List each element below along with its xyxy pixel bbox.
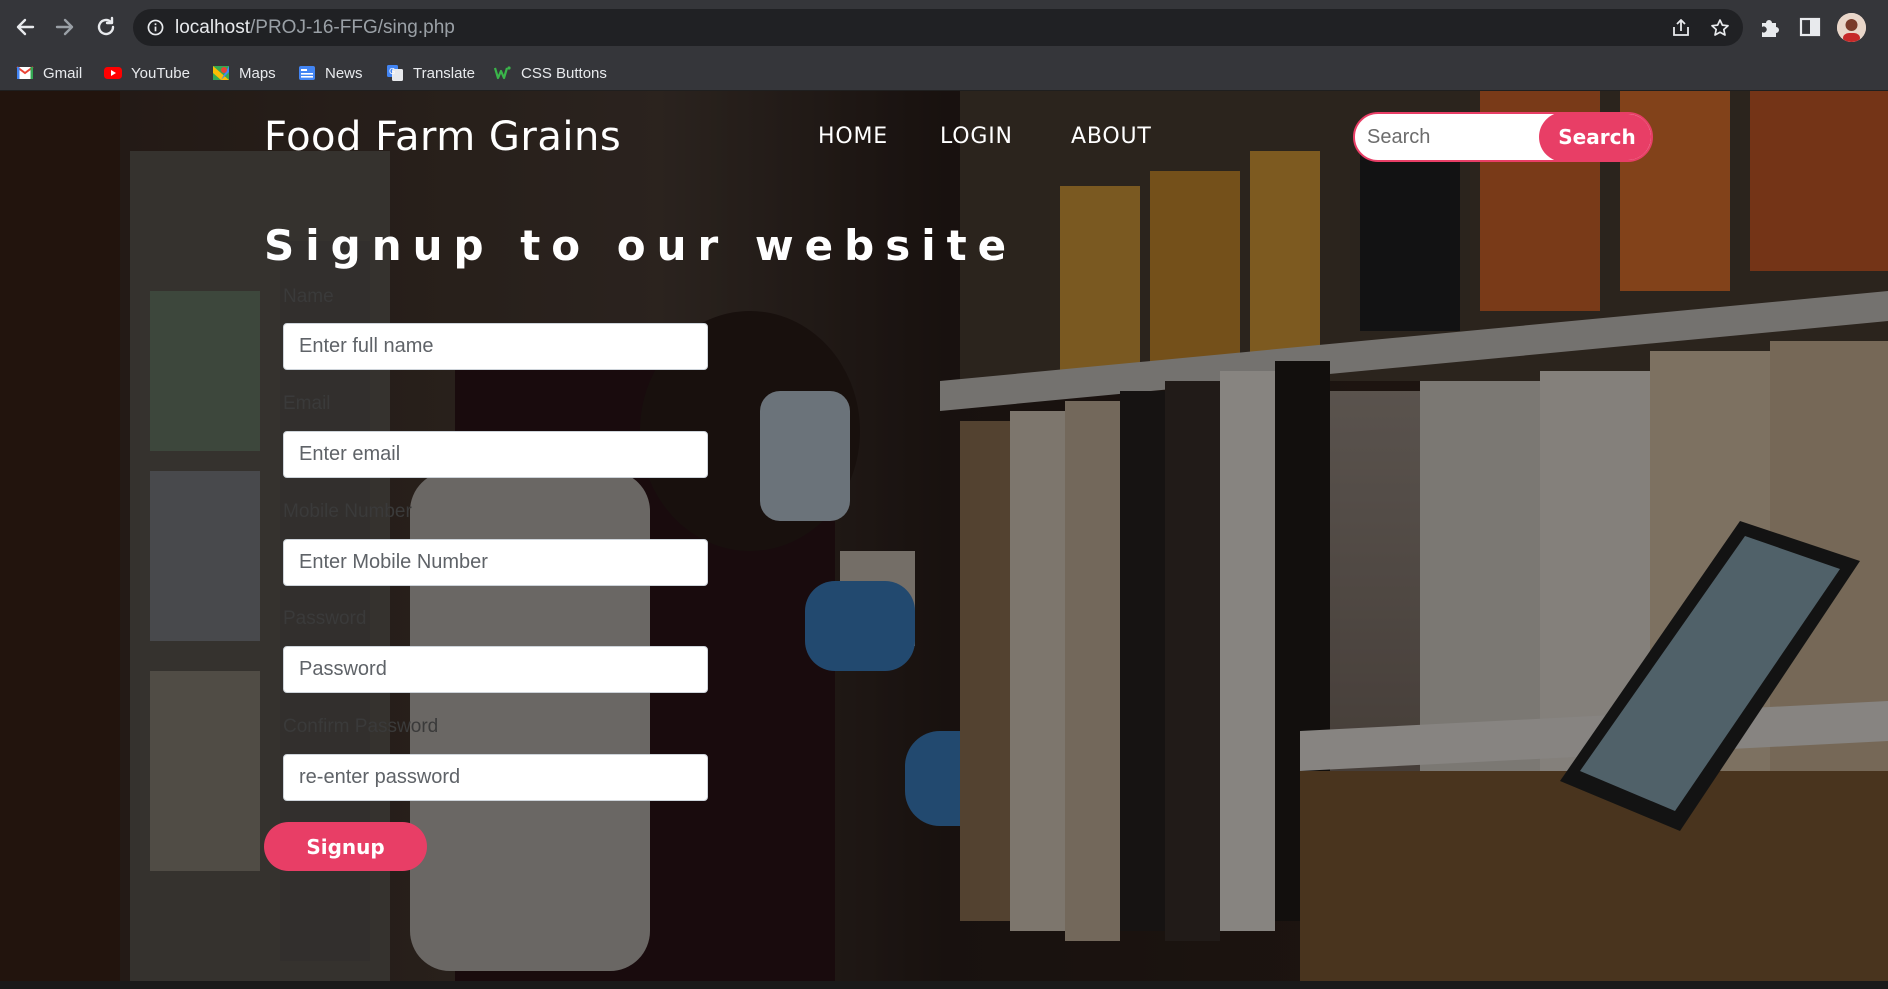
signup-heading: Signup to our website	[264, 221, 1018, 270]
address-url[interactable]: localhost/PROJ-16-FFG/sing.php	[175, 17, 455, 39]
site-search-form: Search	[1353, 112, 1653, 162]
password-field[interactable]	[283, 646, 708, 693]
css-buttons-icon	[494, 66, 511, 80]
bookmark-css-buttons[interactable]: CSS Buttons	[494, 63, 607, 83]
bookmark-label: Maps	[239, 64, 276, 82]
bookmark-label: Translate	[413, 64, 475, 82]
site-brand[interactable]: Food Farm Grains	[264, 114, 621, 160]
window-bottom-edge	[0, 981, 1888, 989]
password-label: Password	[283, 608, 367, 629]
forward-arrow-icon	[55, 18, 74, 36]
share-icon[interactable]	[1671, 18, 1691, 38]
reload-button[interactable]	[89, 10, 123, 44]
confirm-password-label: Confirm Password	[283, 716, 439, 737]
email-label: Email	[283, 393, 331, 414]
profile-avatar[interactable]	[1837, 13, 1866, 42]
name-field[interactable]	[283, 323, 708, 370]
url-host: localhost	[175, 17, 250, 38]
bookmark-news[interactable]: News	[298, 63, 363, 83]
bookmark-label: Gmail	[43, 64, 83, 82]
nav-login-link[interactable]: LOGIN	[940, 124, 1013, 149]
translate-icon: G	[387, 65, 403, 81]
bookmark-translate[interactable]: G Translate	[386, 63, 475, 83]
back-button[interactable]	[8, 10, 42, 44]
bookmark-gmail[interactable]: Gmail	[16, 63, 82, 83]
web-page: Food Farm Grains HOME LOGIN ABOUT Search…	[0, 91, 1888, 981]
avatar-person-icon	[1837, 13, 1866, 42]
mobile-number-label: Mobile Number	[283, 501, 412, 522]
site-search-button[interactable]: Search	[1539, 114, 1651, 160]
bookmark-youtube[interactable]: YouTube	[104, 63, 190, 83]
maps-icon	[213, 66, 229, 80]
forward-button[interactable]	[48, 10, 82, 44]
email-field[interactable]	[283, 431, 708, 478]
bookmark-star-icon[interactable]	[1710, 18, 1730, 38]
svg-text:G: G	[389, 67, 395, 76]
url-path: /PROJ-16-FFG/sing.php	[250, 17, 455, 38]
mobile-number-field[interactable]	[283, 539, 708, 586]
gmail-icon	[16, 66, 34, 79]
bookmarks-bar: Gmail YouTube Maps News G Translate CSS …	[0, 55, 1888, 91]
side-panel-icon[interactable]	[1797, 14, 1823, 40]
youtube-icon	[104, 67, 122, 79]
back-arrow-icon	[16, 18, 35, 36]
bookmark-label: CSS Buttons	[521, 64, 607, 82]
browser-toolbar: localhost/PROJ-16-FFG/sing.php	[0, 0, 1888, 55]
address-bar[interactable]: localhost/PROJ-16-FFG/sing.php	[133, 9, 1743, 46]
bookmark-label: News	[325, 64, 363, 82]
name-label: Name	[283, 286, 334, 307]
bookmark-label: YouTube	[131, 64, 190, 82]
bookmark-maps[interactable]: Maps	[212, 63, 276, 83]
nav-about-link[interactable]: ABOUT	[1071, 124, 1152, 149]
reload-icon	[97, 16, 115, 36]
news-icon	[299, 66, 315, 80]
site-search-input[interactable]	[1355, 114, 1545, 160]
signup-button[interactable]: Signup	[264, 822, 427, 871]
site-info-icon[interactable]	[147, 19, 164, 36]
nav-home-link[interactable]: HOME	[818, 124, 888, 149]
confirm-password-field[interactable]	[283, 754, 708, 801]
extensions-puzzle-icon[interactable]	[1757, 14, 1783, 40]
